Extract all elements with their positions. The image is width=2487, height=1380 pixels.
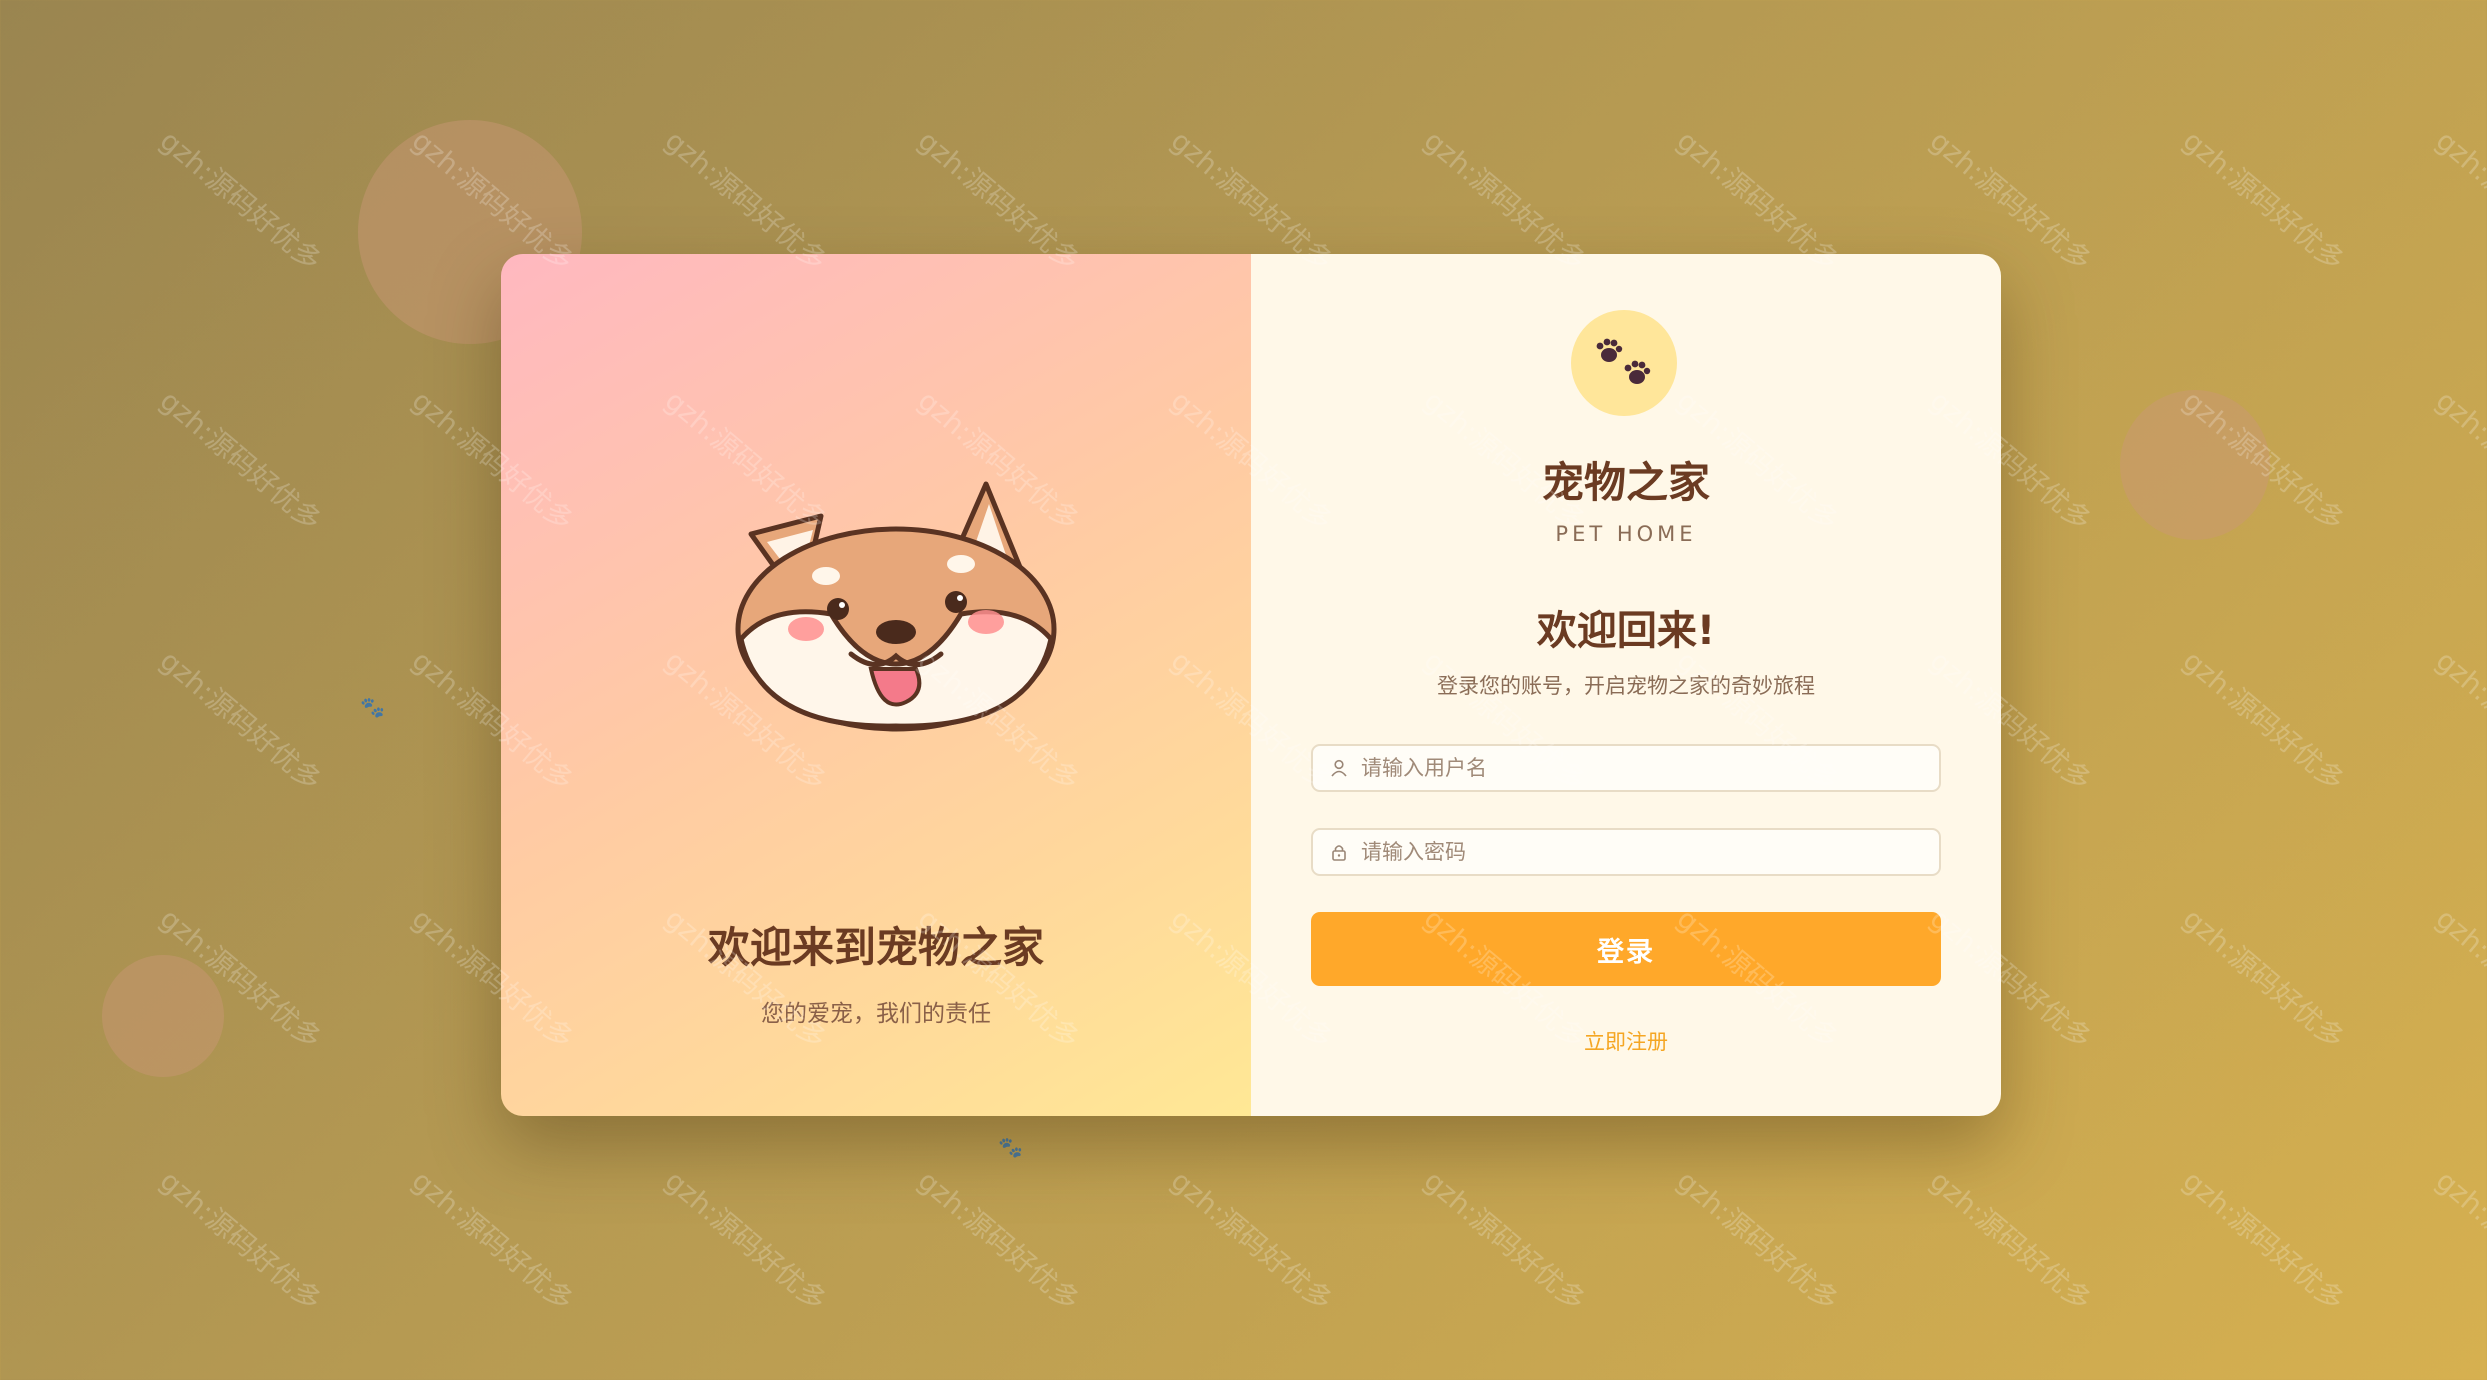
hero-title: 欢迎来到宠物之家 xyxy=(707,923,1044,972)
watermark-text: gzh:源码好优多 xyxy=(2176,901,2351,1056)
watermark-text: gzh:源码好优多 xyxy=(405,1163,580,1318)
watermark-text: gzh:源码好优多 xyxy=(153,123,328,278)
paw-print-icon: 🐾 xyxy=(998,1135,1023,1159)
watermark-text: gzh:源码好优多 xyxy=(153,1163,328,1318)
brand-logo xyxy=(1571,310,1677,416)
watermark-text: gzh:源码好优多 xyxy=(2429,123,2487,278)
watermark-text: gzh:源码好优多 xyxy=(1417,1163,1592,1318)
decor-bubble xyxy=(102,955,224,1077)
user-icon xyxy=(1331,759,1347,777)
paw-icon xyxy=(1596,338,1651,384)
register-link[interactable]: 立即注册 xyxy=(1251,1026,2001,1056)
login-button[interactable]: 登录 xyxy=(1311,912,1941,986)
watermark-text: gzh:源码好优多 xyxy=(2429,1163,2487,1318)
watermark-text: gzh:源码好优多 xyxy=(2429,643,2487,798)
hero-subtitle: 您的爱宠，我们的责任 xyxy=(761,1001,991,1027)
login-panel: 宠物之家 PET HOME 欢迎回来! 登录您的账号，开启宠物之家的奇妙旅程 登… xyxy=(1251,254,2001,1116)
username-field[interactable] xyxy=(1311,744,1941,792)
welcome-subtitle: 登录您的账号，开启宠物之家的奇妙旅程 xyxy=(1437,674,1815,698)
hero-panel: 欢迎来到宠物之家 您的爱宠，我们的责任 xyxy=(501,254,1251,1116)
decor-bubble xyxy=(2120,390,2270,540)
watermark-text: gzh:源码好优多 xyxy=(153,383,328,538)
watermark-text: gzh:源码好优多 xyxy=(658,1163,833,1318)
welcome-heading: 欢迎回来! xyxy=(1536,608,1716,654)
watermark-text: gzh:源码好优多 xyxy=(1670,1163,1845,1318)
watermark-text: gzh:源码好优多 xyxy=(153,643,328,798)
login-card: 欢迎来到宠物之家 您的爱宠，我们的责任 宠物之家 PET HOME 欢迎回来! … xyxy=(501,254,2001,1116)
brand-name-en: PET HOME xyxy=(1555,522,1697,546)
password-field[interactable] xyxy=(1311,828,1941,876)
paw-print-icon: 🐾 xyxy=(360,695,385,719)
username-input[interactable] xyxy=(1361,756,1939,780)
watermark-text: gzh:源码好优多 xyxy=(2176,1163,2351,1318)
password-input[interactable] xyxy=(1361,840,1939,864)
watermark-text: gzh:源码好优多 xyxy=(2176,643,2351,798)
lock-icon xyxy=(1332,845,1346,861)
brand-name: 宠物之家 xyxy=(1541,458,1710,507)
watermark-text: gzh:源码好优多 xyxy=(911,1163,1086,1318)
watermark-text: gzh:源码好优多 xyxy=(2429,383,2487,538)
watermark-text: gzh:源码好优多 xyxy=(1923,1163,2098,1318)
watermark-text: gzh:源码好优多 xyxy=(2176,123,2351,278)
shiba-dog-icon xyxy=(735,481,1057,732)
watermark-text: gzh:源码好优多 xyxy=(2429,901,2487,1056)
watermark-text: gzh:源码好优多 xyxy=(1164,1163,1339,1318)
